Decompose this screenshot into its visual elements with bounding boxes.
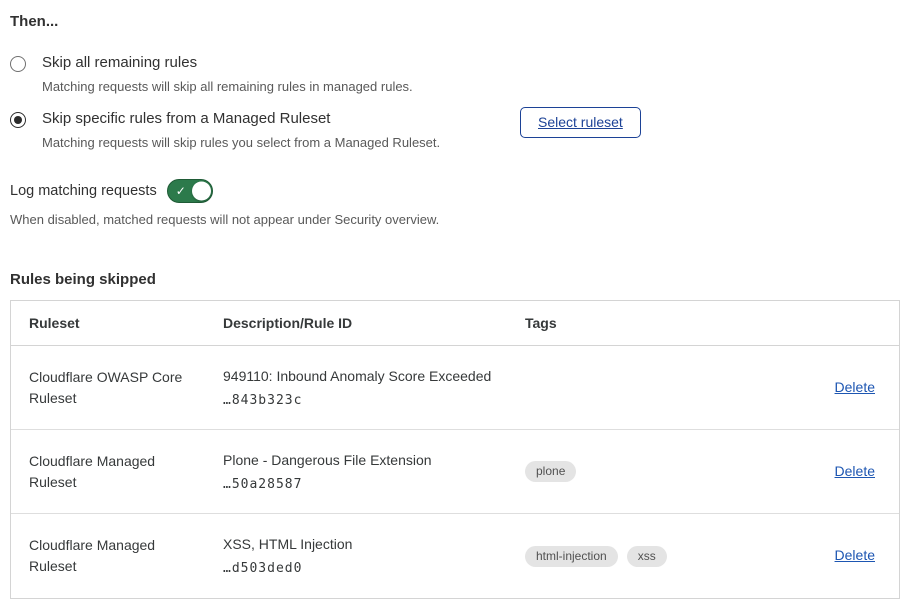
ruleset-cell: Cloudflare OWASP Core Ruleset	[29, 367, 194, 409]
table-row: Cloudflare OWASP Core Ruleset 949110: In…	[11, 346, 899, 430]
radio-skip-all-remaining[interactable]	[10, 56, 26, 72]
tags-cell: html-injection xss	[525, 546, 779, 567]
option-label-skip-specific[interactable]: Skip specific rules from a Managed Rules…	[42, 110, 512, 128]
tag-pill: html-injection	[525, 546, 618, 567]
option-label-skip-all[interactable]: Skip all remaining rules	[42, 54, 512, 72]
rules-table-body: Cloudflare OWASP Core Ruleset 949110: In…	[11, 346, 899, 598]
tag-pill: xss	[627, 546, 667, 567]
log-toggle-label: Log matching requests	[10, 183, 157, 199]
tags-cell: plone	[525, 461, 779, 482]
option-desc-skip-all: Matching requests will skip all remainin…	[42, 79, 512, 94]
option-desc-skip-specific: Matching requests will skip rules you se…	[42, 135, 512, 150]
column-header-tags: Tags	[525, 315, 779, 331]
log-matching-requests-row: Log matching requests ✓	[10, 179, 900, 203]
column-header-ruleset: Ruleset	[29, 315, 223, 331]
description-cell: XSS, HTML Injection …d503ded0	[223, 536, 525, 576]
then-heading: Then...	[10, 13, 900, 30]
column-header-description: Description/Rule ID	[223, 315, 525, 331]
toggle-knob[interactable]	[192, 182, 211, 201]
rule-id: …843b323c	[223, 393, 525, 408]
table-row: Cloudflare Managed Ruleset Plone - Dange…	[11, 430, 899, 514]
ruleset-cell: Cloudflare Managed Ruleset	[29, 451, 194, 493]
delete-link[interactable]: Delete	[835, 463, 875, 479]
rules-table-header: Ruleset Description/Rule ID Tags	[11, 301, 899, 346]
delete-link[interactable]: Delete	[835, 547, 875, 563]
rule-description: XSS, HTML Injection	[223, 536, 525, 552]
rules-table: Ruleset Description/Rule ID Tags Cloudfl…	[10, 300, 900, 599]
option-skip-all-remaining-rules: Skip all remaining rules Matching reques…	[10, 54, 900, 94]
check-icon: ✓	[176, 185, 186, 197]
rule-description: Plone - Dangerous File Extension	[223, 452, 525, 468]
ruleset-cell: Cloudflare Managed Ruleset	[29, 535, 194, 577]
delete-link[interactable]: Delete	[835, 379, 875, 395]
description-cell: 949110: Inbound Anomaly Score Exceeded ……	[223, 368, 525, 408]
select-ruleset-button[interactable]: Select ruleset	[520, 107, 641, 138]
radio-skip-specific[interactable]	[10, 112, 26, 128]
tag-pill: plone	[525, 461, 576, 482]
rule-id: …d503ded0	[223, 561, 525, 576]
rule-description: 949110: Inbound Anomaly Score Exceeded	[223, 368, 525, 384]
rule-id: …50a28587	[223, 477, 525, 492]
table-row: Cloudflare Managed Ruleset XSS, HTML Inj…	[11, 514, 899, 598]
description-cell: Plone - Dangerous File Extension …50a285…	[223, 452, 525, 492]
rules-table-heading: Rules being skipped	[10, 271, 900, 288]
option-skip-specific-rules: Skip specific rules from a Managed Rules…	[10, 110, 900, 150]
log-toggle-switch[interactable]: ✓	[167, 179, 213, 203]
skip-rules-panel: Then... Skip all remaining rules Matchin…	[0, 0, 911, 599]
log-toggle-description: When disabled, matched requests will not…	[10, 212, 900, 227]
